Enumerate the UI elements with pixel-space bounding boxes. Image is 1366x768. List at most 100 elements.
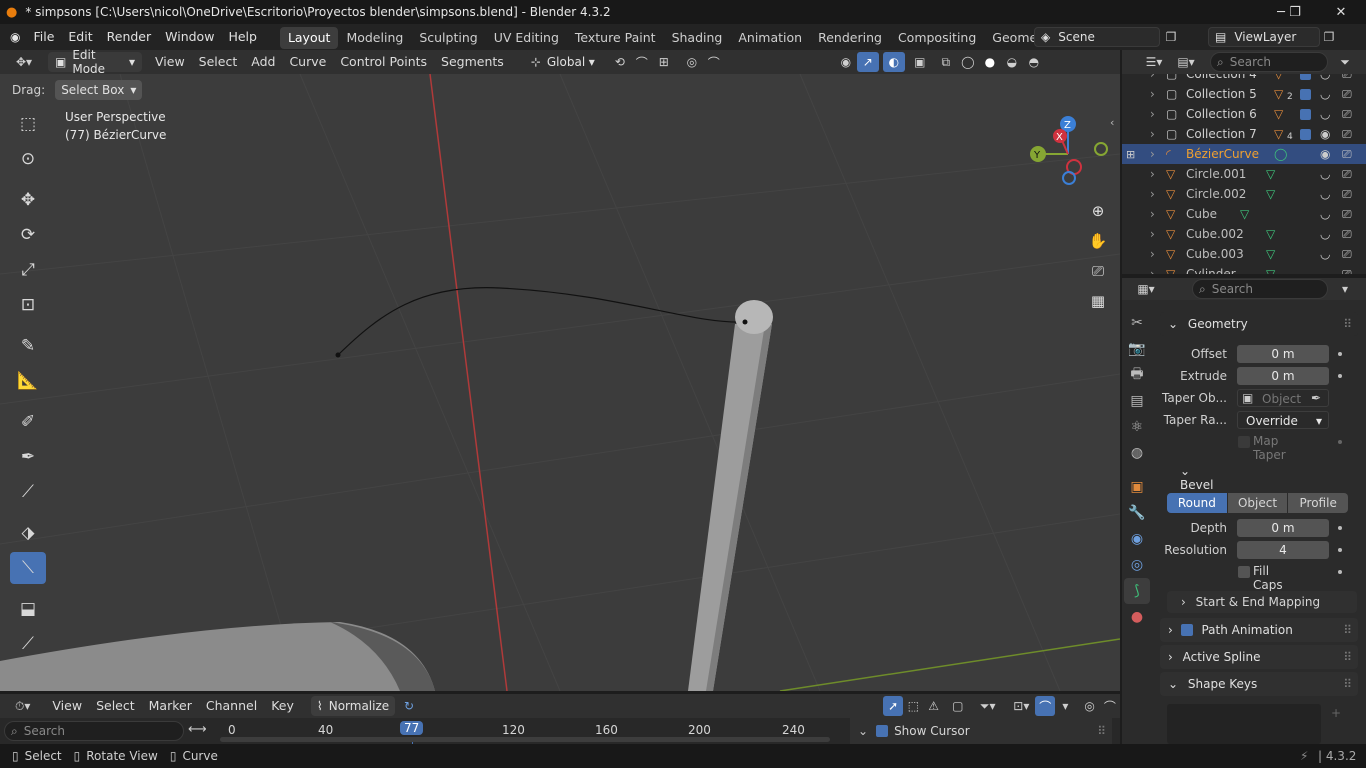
hidden-eye-icon[interactable]: ◡ <box>1320 247 1330 261</box>
scale-icon[interactable]: ⤢ <box>10 254 46 286</box>
bevel-subpanel-header[interactable]: ⌄ Bevel <box>1180 464 1213 492</box>
hidden-eye-icon[interactable]: ◡ <box>1320 107 1330 121</box>
bevel-mode-profile[interactable]: Profile <box>1287 493 1348 513</box>
viewport-scene[interactable] <box>0 74 1120 691</box>
exclude-checkbox[interactable] <box>1300 128 1311 140</box>
orientation-selector[interactable]: ⊹ Global ▾ <box>524 52 601 72</box>
camera-icon[interactable]: ⎚ <box>1342 147 1352 162</box>
camera-icon[interactable]: ⎚ <box>1342 107 1352 122</box>
sphere-object[interactable] <box>735 300 773 334</box>
expand-arrow-icon[interactable]: › <box>1150 87 1155 101</box>
shape-keys-panel[interactable]: ⌄ Shape Keys ⠿ <box>1160 672 1358 696</box>
tab-layout[interactable]: Layout <box>279 27 339 49</box>
expand-arrow-icon[interactable]: › <box>1150 267 1155 274</box>
keyframe-dot[interactable] <box>1338 352 1342 356</box>
active-spline-panel[interactable]: › Active Spline ⠿ <box>1160 645 1358 669</box>
measure-icon[interactable]: 📐 <box>10 365 46 397</box>
menu-window[interactable]: Window <box>158 24 221 50</box>
path-animation-checkbox[interactable] <box>1180 624 1193 636</box>
drag-handle-icon[interactable]: ⠿ <box>1343 672 1352 696</box>
outliner-row[interactable]: › ▢ Collection 7 ▽ 4 ◉ ⎚ <box>1122 124 1366 144</box>
outliner-row[interactable]: ⊞ › ◜ BézierCurve ◯ ◉ ⎚ <box>1122 144 1366 164</box>
frame-ruler[interactable]: 0 40 77 120 160 200 240 <box>210 718 840 744</box>
outliner-row[interactable]: › ▢ Collection 6 ▽ ◡ ⎚ <box>1122 104 1366 124</box>
expand-arrow-icon[interactable]: › <box>1150 167 1155 181</box>
world-tab-icon[interactable]: ◍ <box>1124 440 1150 466</box>
expand-arrow-icon[interactable]: › <box>1150 227 1155 241</box>
mode-selector[interactable]: ▣ Edit Mode ▾ <box>48 48 142 76</box>
eyedropper-icon[interactable]: ✒ <box>1311 391 1321 405</box>
material-tab-icon[interactable]: ● <box>1124 604 1150 630</box>
only-errors-icon[interactable]: ⚠ <box>924 696 944 716</box>
gizmo-toggle-icon[interactable]: ↗ <box>856 52 879 72</box>
expand-arrow-icon[interactable]: › <box>1150 247 1155 261</box>
filter-toggle-icon[interactable]: ▢ <box>948 696 968 716</box>
show-hidden-icon[interactable]: ⬚ <box>903 696 923 716</box>
hidden-eye-icon[interactable]: ◡ <box>1320 267 1330 274</box>
display-mode-icon[interactable]: ▤▾ <box>1170 52 1202 72</box>
drag-handle-icon[interactable]: ⠿ <box>1343 312 1352 336</box>
3d-viewport[interactable]: User Perspective (77) BézierCurve Z Y X … <box>0 74 1120 691</box>
outliner-row[interactable]: › ▽ Circle.002 ▽ ◡ ⎚ <box>1122 184 1366 204</box>
object-tab-icon[interactable]: ▣ <box>1124 474 1150 500</box>
timeline-menu-channel[interactable]: Channel <box>199 694 264 718</box>
timeline-scrollbar[interactable] <box>220 737 830 742</box>
chevron-down-icon[interactable]: ▾ <box>1334 279 1356 299</box>
proportional-edit-icon[interactable]: ◎ <box>681 52 703 72</box>
filter-icon[interactable]: ⏷▾ <box>974 696 1002 716</box>
properties-editor-type-icon[interactable]: ▦▾ <box>1130 279 1162 299</box>
tab-uv-editing[interactable]: UV Editing <box>486 27 567 49</box>
radius-icon[interactable]: ⟍ <box>10 552 46 584</box>
physics-tab-icon[interactable]: ◎ <box>1124 552 1150 578</box>
wireframe-shading-icon[interactable]: ◯ <box>957 52 979 72</box>
keyframe-dot[interactable] <box>1338 570 1342 574</box>
tab-animation[interactable]: Animation <box>730 27 810 49</box>
tool-tab-icon[interactable]: ✂ <box>1124 310 1150 336</box>
maximize-button[interactable]: ❐ <box>1272 0 1318 24</box>
expand-arrow-icon[interactable]: › <box>1150 207 1155 221</box>
tilt-icon[interactable]: ⬗ <box>10 517 46 549</box>
exclude-checkbox[interactable] <box>1300 74 1311 80</box>
depth-field[interactable]: 0 m <box>1237 519 1329 537</box>
collapse-sidebar-icon[interactable]: ‹ <box>1110 116 1114 129</box>
keyframe-dot[interactable] <box>1338 440 1342 444</box>
chevron-down-icon[interactable]: ▾ <box>1055 696 1075 716</box>
drag-handle-icon[interactable]: ⠿ <box>1097 724 1106 738</box>
view-layer-tab-icon[interactable]: ▤ <box>1124 388 1150 414</box>
cursor-icon[interactable]: ⊙ <box>10 143 46 175</box>
edit-mode-icon[interactable]: ⊞ <box>1126 148 1135 161</box>
camera-icon[interactable]: ⎚ <box>1342 267 1352 275</box>
snap-target-icon[interactable]: ⊞ <box>653 52 675 72</box>
fill-caps-checkbox[interactable] <box>1238 566 1250 578</box>
bevel-mode-round[interactable]: Round <box>1167 493 1227 513</box>
timeline-editor-type-icon[interactable]: ⏱▾ <box>8 696 37 716</box>
timeline-menu-view[interactable]: View <box>45 694 89 718</box>
tab-rendering[interactable]: Rendering <box>810 27 890 49</box>
outliner-row[interactable]: › ▽ Cube ▽ ◡ ⎚ <box>1122 204 1366 224</box>
pen-icon[interactable]: ✒ <box>10 441 46 473</box>
curve-data-tab-icon[interactable]: ⟆ <box>1124 578 1150 604</box>
outliner-row[interactable]: › ▽ Cylinder ▽ ◡ ⎚ <box>1122 264 1366 275</box>
normalize-toggle[interactable]: ⌇ Normalize <box>310 696 395 716</box>
hidden-eye-icon[interactable]: ◡ <box>1320 87 1330 101</box>
new-view-layer-icon[interactable]: ❐ <box>1318 27 1340 47</box>
timeline-menu-marker[interactable]: Marker <box>142 694 199 718</box>
outliner-search-input[interactable]: ⌕ Search <box>1210 52 1328 72</box>
geometry-panel-header[interactable]: ⌄ Geometry ⠿ <box>1160 312 1358 336</box>
tab-sculpting[interactable]: Sculpting <box>411 27 485 49</box>
swap-arrows-icon[interactable]: ⟷ <box>188 722 207 737</box>
perspective-grid-icon[interactable]: ▦ <box>1086 286 1110 316</box>
menu-segments[interactable]: Segments <box>434 50 511 74</box>
camera-icon[interactable]: ⎚ <box>1086 256 1110 286</box>
hidden-eye-icon[interactable]: ◡ <box>1320 227 1330 241</box>
camera-icon[interactable]: ⎚ <box>1342 227 1352 242</box>
exclude-checkbox[interactable] <box>1300 88 1311 100</box>
timeline-search-input[interactable]: ⌕ Search <box>4 721 184 741</box>
bezier-curve[interactable] <box>337 287 745 356</box>
rotate-icon[interactable]: ⟳ <box>10 219 46 251</box>
render-tab-icon[interactable]: 📷 <box>1124 336 1150 362</box>
auto-snap-icon[interactable]: ⊡▾ <box>1008 696 1036 716</box>
tab-modeling[interactable]: Modeling <box>338 27 411 49</box>
eye-icon[interactable]: ◉ <box>1320 127 1330 141</box>
offset-field[interactable]: 0 m <box>1237 345 1329 363</box>
